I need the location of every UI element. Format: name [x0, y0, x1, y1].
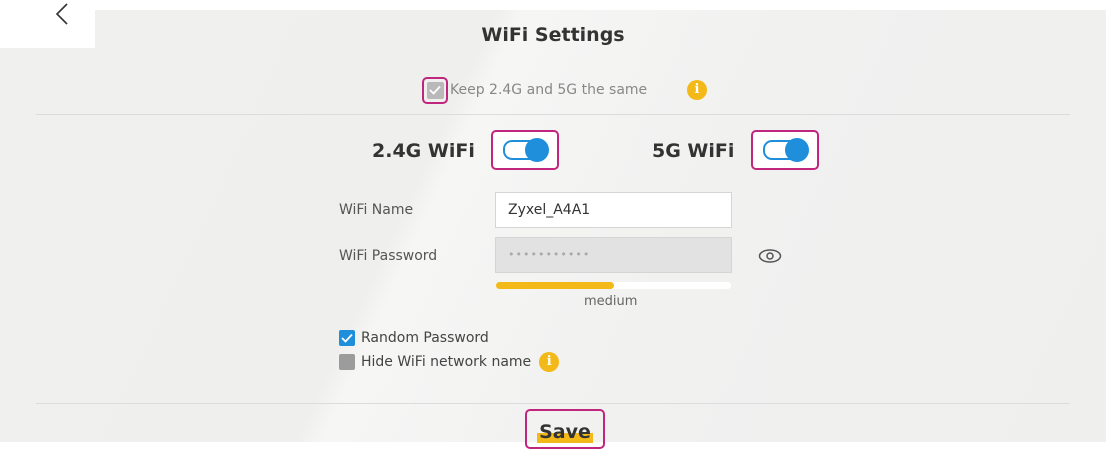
keep-same-checkbox[interactable]	[422, 76, 448, 104]
page-title: WiFi Settings	[481, 24, 625, 46]
save-button-label: Save	[537, 421, 593, 443]
checkbox-unchecked-icon[interactable]	[339, 354, 355, 370]
wifi-password-label: WiFi Password	[339, 248, 438, 264]
password-strength-label: medium	[584, 294, 638, 309]
wifi-name-label: WiFi Name	[339, 202, 414, 218]
hide-ssid-label: Hide WiFi network name	[361, 354, 532, 370]
band-24-toggle[interactable]	[491, 130, 559, 170]
band-5-label: 5G WiFi	[652, 140, 735, 162]
keep-same-row[interactable]: Keep 2.4G and 5G the same	[422, 76, 647, 104]
keep-same-label: Keep 2.4G and 5G the same	[450, 82, 648, 98]
info-icon[interactable]: i	[539, 352, 560, 372]
chevron-left-icon	[55, 3, 68, 25]
hide-ssid-option[interactable]: Hide WiFi network name i	[339, 352, 560, 372]
toggle-on-icon	[503, 138, 549, 162]
band-24-label: 2.4G WiFi	[372, 140, 475, 162]
band-5-toggle[interactable]	[751, 130, 819, 170]
info-icon[interactable]: i	[687, 80, 707, 100]
wifi-password-input[interactable]: •••••••••••	[495, 237, 732, 273]
divider	[36, 114, 1070, 115]
eye-icon[interactable]	[758, 248, 782, 264]
password-strength-fill	[496, 282, 614, 289]
toggle-on-icon	[763, 138, 809, 162]
password-strength-bar	[496, 282, 731, 289]
divider	[36, 403, 1070, 404]
checkbox-checked-icon[interactable]	[339, 330, 355, 346]
checkbox-checked-icon	[426, 81, 444, 99]
random-password-option[interactable]: Random Password	[339, 330, 489, 346]
wifi-name-input[interactable]: Zyxel_A4A1	[495, 192, 732, 228]
save-button[interactable]: Save	[525, 409, 605, 449]
random-password-label: Random Password	[361, 330, 489, 346]
